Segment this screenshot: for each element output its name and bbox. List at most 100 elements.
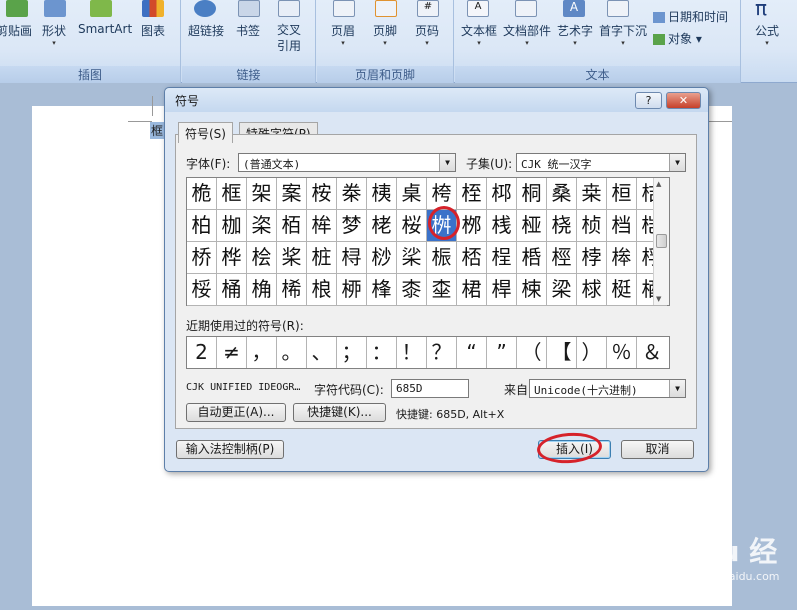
symbol-cell[interactable]: 框 <box>217 178 247 210</box>
header-button[interactable]: 页眉 ▾ <box>331 22 355 47</box>
textbox-button[interactable]: 文本框 ▾ <box>461 22 497 47</box>
symbol-cell[interactable]: 桎 <box>457 178 487 210</box>
symbol-cell[interactable]: 档 <box>607 210 637 242</box>
symbol-cell[interactable]: 桢 <box>577 210 607 242</box>
selected-document-text[interactable]: 框 <box>150 122 165 139</box>
object-button[interactable]: 对象 ▾ <box>653 30 702 47</box>
symbol-cell[interactable]: 桫 <box>367 242 397 274</box>
recent-symbol-cell[interactable]: （ <box>517 337 547 368</box>
footer-button[interactable]: 页脚 ▾ <box>373 22 397 47</box>
recent-symbol-cell[interactable]: ＆ <box>637 337 667 368</box>
wordart-button[interactable]: 艺术字 ▾ <box>557 22 593 47</box>
recent-symbol-cell[interactable]: ： <box>367 337 397 368</box>
autocorrect-button[interactable]: 自动更正(A)... <box>186 403 286 422</box>
symbol-cell[interactable]: 枷 <box>217 210 247 242</box>
symbol-cell[interactable]: 桌 <box>397 178 427 210</box>
cross-reference-button[interactable]: 交叉引用 <box>276 22 302 54</box>
scroll-up-icon[interactable]: ▲ <box>656 180 661 188</box>
symbol-grid-scrollbar[interactable]: ▲ ▼ <box>653 178 669 305</box>
recent-symbol-cell[interactable]: 、 <box>307 337 337 368</box>
symbol-cell[interactable]: 桠 <box>517 210 547 242</box>
recent-symbol-cell[interactable]: ” <box>487 337 517 368</box>
cancel-button[interactable]: 取消 <box>621 440 694 459</box>
recent-symbol-cell[interactable]: ， <box>247 337 277 368</box>
symbol-cell[interactable]: 桊 <box>337 178 367 210</box>
symbol-cell[interactable]: 栳 <box>367 210 397 242</box>
recent-symbol-cell[interactable]: 【 <box>547 337 577 368</box>
symbol-cell[interactable]: 桞 <box>457 210 487 242</box>
symbol-cell[interactable]: 桩 <box>307 242 337 274</box>
symbol-cell[interactable]: 桒 <box>577 178 607 210</box>
symbol-cell[interactable]: 桾 <box>457 274 487 306</box>
symbol-cell[interactable]: 桥 <box>187 242 217 274</box>
shortcut-key-button[interactable]: 快捷键(K)... <box>293 403 386 422</box>
recent-symbol-cell[interactable]: 2 <box>187 337 217 368</box>
scroll-down-icon[interactable]: ▼ <box>656 295 661 303</box>
recent-symbol-cell[interactable]: ） <box>577 337 607 368</box>
symbol-cell[interactable]: 桟 <box>487 210 517 242</box>
symbol-cell[interactable]: 桅 <box>187 178 217 210</box>
page-number-button[interactable]: 页码 ▾ <box>415 22 439 47</box>
recent-symbol-cell[interactable]: ？ <box>427 337 457 368</box>
recent-symbol-cell[interactable]: ％ <box>607 337 637 368</box>
symbol-cell[interactable]: 桡 <box>547 210 577 242</box>
symbol-cell[interactable]: 桺 <box>337 274 367 306</box>
symbol-cell[interactable]: 桼 <box>397 274 427 306</box>
symbol-cell[interactable]: 案 <box>277 178 307 210</box>
symbol-cell[interactable]: 桲 <box>577 242 607 274</box>
symbol-cell[interactable]: 桰 <box>517 242 547 274</box>
symbol-cell[interactable]: 桸 <box>277 274 307 306</box>
symbol-cell[interactable]: 桦 <box>217 242 247 274</box>
ime-control-button[interactable]: 输入法控制柄(P) <box>176 440 284 459</box>
symbol-cell[interactable]: 桽 <box>427 274 457 306</box>
chart-button[interactable]: 图表 <box>141 22 165 39</box>
symbol-cell[interactable]: 桐 <box>517 178 547 210</box>
font-select[interactable]: (普通文本) ▼ <box>238 153 456 172</box>
symbol-cell[interactable]: 柏 <box>187 210 217 242</box>
symbol-cell[interactable]: 桉 <box>307 178 337 210</box>
symbol-cell[interactable]: 桷 <box>247 274 277 306</box>
recent-symbol-cell[interactable]: ； <box>337 337 367 368</box>
symbol-cell[interactable]: 桋 <box>367 178 397 210</box>
hyperlink-button[interactable]: 超链接 <box>188 22 224 39</box>
symbol-cell[interactable]: 桑 <box>547 178 577 210</box>
help-button[interactable]: ? <box>635 92 662 109</box>
symbol-cell[interactable]: 桵 <box>187 274 217 306</box>
symbol-cell[interactable]: 桯 <box>487 242 517 274</box>
symbol-cell[interactable]: 梀 <box>517 274 547 306</box>
symbol-cell[interactable]: 梂 <box>577 274 607 306</box>
charcode-input[interactable]: 685D <box>391 379 469 398</box>
symbol-cell[interactable]: 栥 <box>247 210 277 242</box>
symbol-cell[interactable]: 桹 <box>307 274 337 306</box>
tab-symbols[interactable]: 符号(S) <box>178 122 233 143</box>
from-select[interactable]: Unicode(十六进制) ▼ <box>529 379 686 398</box>
symbol-cell[interactable]: 桓 <box>607 178 637 210</box>
symbol-cell[interactable]: 桳 <box>607 242 637 274</box>
recent-symbol-cell[interactable]: ！ <box>397 337 427 368</box>
symbol-cell[interactable]: 梁 <box>547 274 577 306</box>
symbol-cell[interactable]: 桱 <box>547 242 577 274</box>
recent-symbol-cell[interactable]: ≠ <box>217 337 247 368</box>
quick-parts-button[interactable]: 文档部件 ▾ <box>503 22 551 47</box>
symbol-cell[interactable]: 架 <box>247 178 277 210</box>
clipart-button[interactable]: 剪贴画 <box>0 22 32 39</box>
symbol-cell[interactable]: 桬 <box>397 242 427 274</box>
scroll-thumb[interactable] <box>656 234 667 248</box>
close-button[interactable]: ✕ <box>666 92 701 109</box>
date-time-button[interactable]: 日期和时间 <box>653 8 728 25</box>
symbol-cell[interactable]: 桿 <box>487 274 517 306</box>
recent-symbol-cell[interactable]: 。 <box>277 337 307 368</box>
symbol-cell[interactable]: 桧 <box>247 242 277 274</box>
symbol-cell[interactable]: 梦 <box>337 210 367 242</box>
symbol-cell[interactable]: 桭 <box>427 242 457 274</box>
recent-symbol-cell[interactable]: “ <box>457 337 487 368</box>
dialog-titlebar[interactable]: 符号 ? ✕ <box>165 88 708 112</box>
dropcap-button[interactable]: 首字下沉 ▾ <box>599 22 647 47</box>
shapes-button[interactable]: 形状 ▾ <box>42 22 66 47</box>
symbol-cell[interactable]: 桪 <box>337 242 367 274</box>
symbol-cell[interactable]: 桙 <box>307 210 337 242</box>
subset-select[interactable]: CJK 统一汉字 ▼ <box>516 153 686 172</box>
symbol-cell[interactable]: 桨 <box>277 242 307 274</box>
bookmark-button[interactable]: 书签 <box>236 22 260 39</box>
symbol-cell[interactable]: 梃 <box>607 274 637 306</box>
